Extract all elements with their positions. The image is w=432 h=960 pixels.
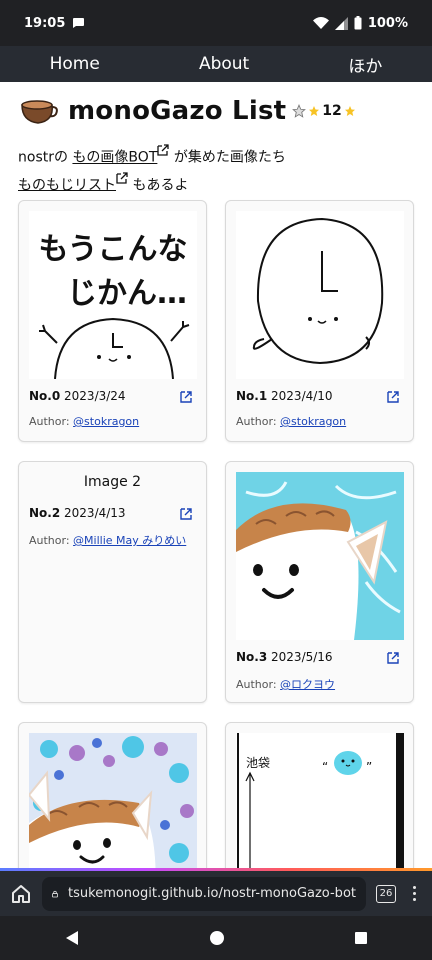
card-meta: No.2 2023/4/13 [29, 506, 126, 520]
card-image[interactable]: 池袋 “ ” [236, 733, 404, 868]
signal-icon [334, 16, 348, 30]
monogazo-bot-link[interactable]: もの画像BOT [72, 150, 157, 166]
image-card: No.1 2023/4/10 Author: @stokragon [225, 200, 414, 442]
card-image[interactable] [236, 211, 404, 379]
status-bar: 19:05 100% [0, 0, 432, 46]
intro-line-1: nostrの もの画像BOT が集めた画像たち [18, 144, 414, 172]
image-card [18, 722, 207, 868]
system-navigation-bar [0, 916, 432, 960]
author-link[interactable]: @stokragon [73, 415, 139, 428]
address-bar[interactable]: tsukemonogit.github.io/nostr-monoGazo-bo… [42, 876, 366, 911]
page-title: monoGazo List [68, 96, 287, 126]
svg-text:“: “ [322, 760, 328, 774]
image-alt-text[interactable]: Image 2 [29, 474, 196, 490]
card-meta: No.0 2023/3/24 [29, 389, 126, 403]
nav-home[interactable]: Home [50, 54, 100, 74]
image-card: No.3 2023/5/16 Author: @ロクヨウ [225, 461, 414, 703]
card-image[interactable]: もうこんな じかん… [29, 211, 197, 379]
url-text: tsukemonogit.github.io/nostr-monoGazo-bo… [68, 886, 356, 901]
open-external-icon[interactable] [387, 391, 399, 403]
home-icon[interactable] [10, 883, 32, 905]
card-meta: No.1 2023/4/10 [236, 389, 333, 403]
monomoji-list-link[interactable]: ものもじリスト [18, 177, 116, 193]
card-author: Author: @stokragon [29, 415, 140, 428]
pot-logo-icon [21, 100, 58, 124]
external-link-icon [157, 144, 170, 156]
back-icon[interactable] [64, 930, 80, 946]
page-header: monoGazo List 12 [0, 82, 432, 132]
author-link[interactable]: @Millie May みりめい [73, 534, 186, 547]
open-external-icon[interactable] [180, 508, 192, 520]
wifi-icon [312, 16, 329, 29]
image-card: もうこんな じかん… No.0 2023/3/24 Author: @stokr… [18, 200, 207, 442]
recents-icon[interactable] [354, 931, 368, 945]
battery-icon [354, 16, 362, 30]
more-menu-icon[interactable] [406, 886, 422, 901]
image-handwriting-1: もうこんな [38, 232, 187, 267]
tab-count-button[interactable]: 26 [376, 884, 396, 903]
star-number: 12 [322, 103, 342, 119]
image-handwriting: 池袋 [246, 756, 270, 770]
image-card: 池袋 “ ” [225, 722, 414, 868]
card-author: Author: @Millie May みりめい [29, 534, 187, 547]
author-link[interactable]: @stokragon [280, 415, 346, 428]
star-outline-icon [292, 104, 307, 118]
browser-toolbar: tsukemonogit.github.io/nostr-monoGazo-bo… [0, 868, 432, 916]
intro-line-2: ものもじリスト もあるよ [18, 172, 414, 200]
card-author: Author: @stokragon [236, 415, 347, 428]
page-content: monoGazo List 12 nostrの もの画像BOT が集めた画像たち… [0, 82, 432, 868]
open-external-icon[interactable] [180, 391, 192, 403]
chat-bubble-icon [73, 18, 85, 28]
card-meta: No.3 2023/5/16 [236, 650, 333, 664]
star-icon [309, 106, 320, 116]
battery-percent: 100% [367, 15, 408, 31]
nav-other[interactable]: ほか [348, 52, 382, 77]
card-author: Author: @ロクヨウ [236, 678, 336, 691]
card-image[interactable] [236, 472, 404, 640]
lock-icon [52, 890, 58, 897]
image-card: Image 2 No.2 2023/4/13 Author: @Millie M… [18, 461, 207, 703]
image-handwriting-2: じかん… [67, 276, 187, 311]
open-external-icon[interactable] [387, 652, 399, 664]
svg-text:”: ” [366, 760, 372, 774]
status-time: 19:05 [24, 15, 66, 31]
nav-about[interactable]: About [199, 54, 249, 74]
home-circle-icon[interactable] [209, 930, 225, 946]
top-navigation: Home About ほか [0, 46, 432, 82]
intro-text: nostrの もの画像BOT が集めた画像たち ものもじリスト もあるよ [0, 132, 432, 199]
external-link-icon [116, 172, 128, 184]
author-link[interactable]: @ロクヨウ [280, 678, 335, 691]
star-icon [344, 106, 355, 116]
star-count: 12 [292, 103, 355, 119]
card-image[interactable] [29, 733, 197, 868]
